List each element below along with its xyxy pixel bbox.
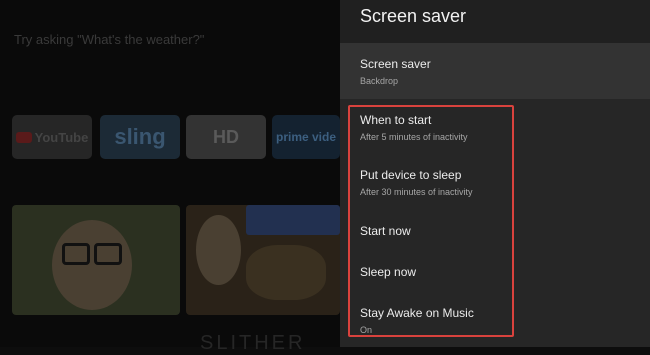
panel-header: Screen saver bbox=[340, 0, 650, 43]
app-tile-label: YouTube bbox=[34, 129, 89, 145]
content-thumbnail[interactable] bbox=[186, 205, 340, 315]
app-tile-sling[interactable]: sling bbox=[100, 115, 180, 159]
glasses-shape bbox=[94, 243, 122, 265]
bottom-title: SLITHER bbox=[200, 332, 306, 354]
app-tile-label: prime vide bbox=[275, 130, 337, 144]
glasses-shape bbox=[62, 243, 90, 265]
app-tile-label: HD bbox=[213, 126, 239, 147]
app-tile-youtube[interactable]: YouTube bbox=[12, 115, 92, 159]
thumbnail-flag bbox=[246, 205, 340, 235]
assistant-hint: Try asking "What's the weather?" bbox=[14, 32, 205, 47]
app-tile-hd[interactable]: HD bbox=[186, 115, 266, 159]
content-thumbnail[interactable] bbox=[12, 205, 180, 315]
app-tile-label: sling bbox=[114, 124, 166, 149]
setting-screen-saver[interactable]: Screen saver Backdrop bbox=[360, 57, 431, 86]
setting-subtitle: Backdrop bbox=[360, 76, 399, 86]
thumbnail-food bbox=[246, 245, 326, 300]
thumbnail-face bbox=[196, 215, 241, 285]
app-tile-prime-video[interactable]: prime vide bbox=[272, 115, 340, 159]
thumbnail-face bbox=[52, 220, 132, 310]
red-highlight-box bbox=[348, 105, 514, 337]
setting-title: Screen saver bbox=[360, 57, 431, 71]
youtube-icon bbox=[15, 131, 32, 143]
panel-title: Screen saver bbox=[360, 6, 467, 26]
